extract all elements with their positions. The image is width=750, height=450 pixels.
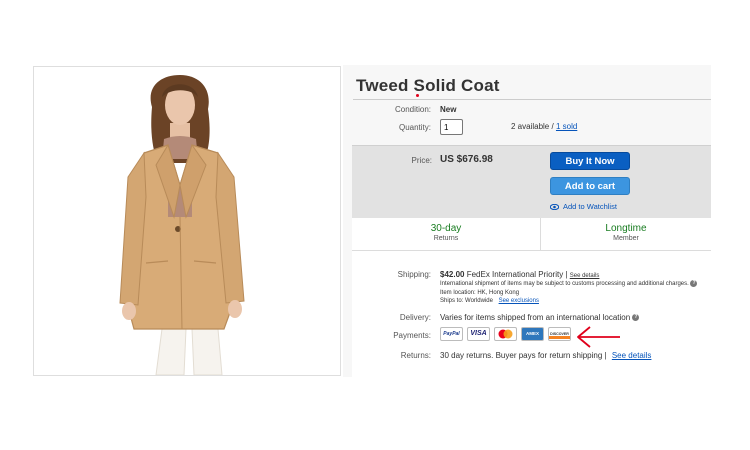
availability-separator: / <box>551 122 554 131</box>
mastercard-circles <box>498 329 513 339</box>
item-location: Item location: HK, Hong Kong <box>440 290 520 296</box>
product-photo <box>34 67 340 375</box>
returns-badge: 30-day Returns <box>352 218 541 250</box>
member-badge-subtitle: Member <box>613 235 639 242</box>
returns-badge-subtitle: Returns <box>433 235 459 242</box>
price-value: US $676.98 <box>440 154 493 165</box>
shipping-cost: $42.00 <box>440 270 465 279</box>
info-icon[interactable]: ? <box>632 314 640 322</box>
member-badge: Longtime Member <box>541 218 711 250</box>
paypal-icon: PayPal <box>440 327 463 341</box>
payments-label: Payments: <box>393 331 431 340</box>
add-to-cart-button[interactable]: Add to cart <box>550 177 630 195</box>
product-title: Tweed Solid Coat <box>356 76 500 95</box>
delivery-line: Varies for items shipped from an interna… <box>440 313 640 322</box>
condition-value: New <box>440 105 457 114</box>
title-divider <box>353 99 711 100</box>
price-box: Price: US $676.98 Buy It Now Add to cart… <box>352 145 711 218</box>
returns-label: Returns: <box>400 351 431 360</box>
customs-note-text: International shipment of items may be s… <box>440 281 689 288</box>
discover-label: DISCOVER <box>550 332 569 336</box>
sold-link[interactable]: 1 sold <box>556 122 577 131</box>
returns-badge-title: 30-day <box>430 223 462 234</box>
seller-badges: 30-day Returns Longtime Member <box>352 218 711 251</box>
ships-to-line: Ships to: Worldwide See exclusions <box>440 298 539 304</box>
member-badge-title: Longtime <box>605 223 647 234</box>
discover-icon: DISCOVER <box>548 327 571 341</box>
watchlist-label: Add to Watchlist <box>563 202 617 211</box>
add-to-watchlist-link[interactable]: Add to Watchlist <box>550 202 617 211</box>
customs-note: International shipment of items may be s… <box>440 280 702 287</box>
delivery-label: Delivery: <box>399 313 431 322</box>
marker-dot <box>416 94 419 97</box>
annotation-arrow-icon <box>577 326 620 348</box>
shipping-details-link[interactable]: See details <box>570 273 600 279</box>
returns-line: 30 day returns. Buyer pays for return sh… <box>440 351 651 360</box>
eye-icon <box>550 204 559 211</box>
shipping-label: Shipping: <box>397 270 431 279</box>
ships-to: Ships to: Worldwide <box>440 298 493 304</box>
exclusions-link[interactable]: See exclusions <box>499 298 539 304</box>
delivery-value: Varies for items shipped from an interna… <box>440 313 631 322</box>
shipping-line: $42.00 FedEx International Priority | Se… <box>440 270 599 279</box>
returns-value: 30 day returns. Buyer pays for return sh… <box>440 351 607 360</box>
visa-icon: VISA <box>467 327 490 341</box>
price-label: Price: <box>411 156 432 165</box>
condition-label: Condition: <box>394 105 431 114</box>
amex-icon: AMEX <box>521 327 544 341</box>
shipping-method: FedEx International Priority | <box>466 270 568 279</box>
available-count: 2 available <box>511 122 550 131</box>
availability: 2 available / 1 sold <box>511 122 577 131</box>
mastercard-icon <box>494 327 517 341</box>
listing-panel: Tweed Solid Coat Condition: New Quantity… <box>343 65 711 377</box>
product-image[interactable] <box>33 66 341 376</box>
info-icon[interactable]: ? <box>690 280 698 287</box>
returns-details-link[interactable]: See details <box>612 351 652 360</box>
buy-now-button[interactable]: Buy It Now <box>550 152 630 170</box>
quantity-label: Quantity: <box>398 123 431 132</box>
quantity-input[interactable] <box>440 119 463 135</box>
